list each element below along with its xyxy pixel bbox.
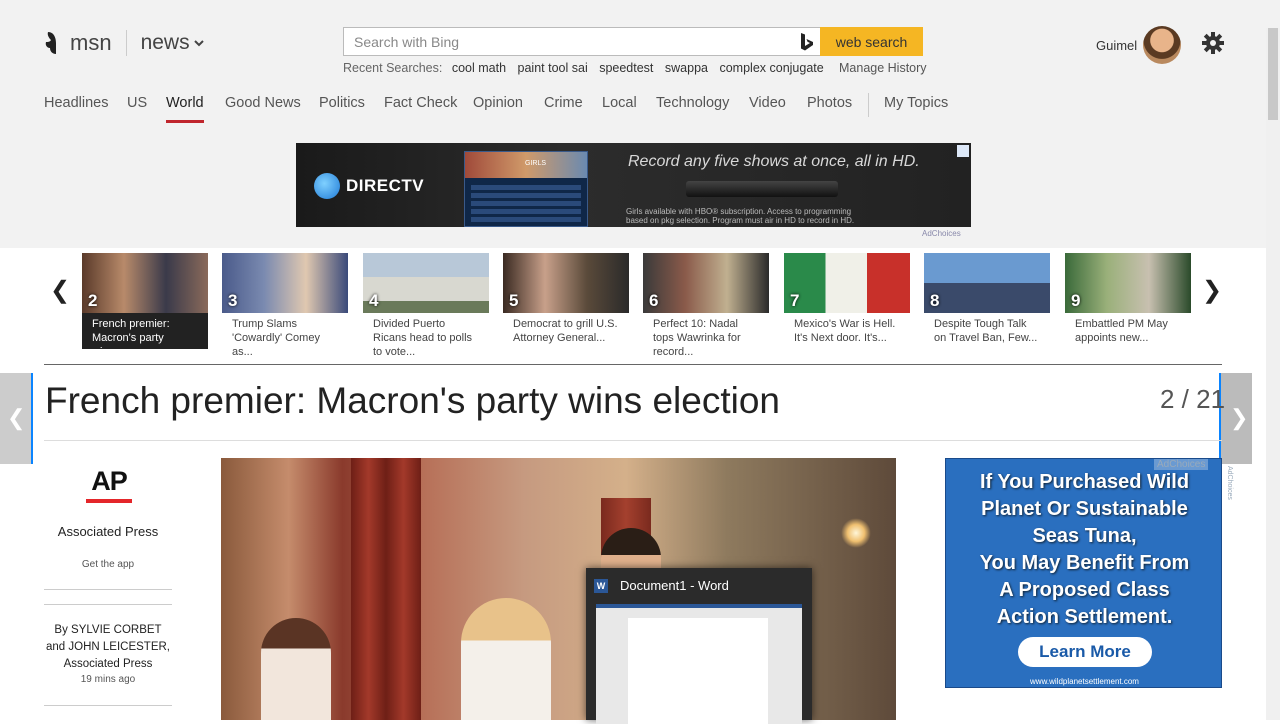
carousel-item[interactable]: 2 French premier: Macron's party wins... [82,253,208,358]
word-window-title: W Document1 - Word [594,578,729,593]
get-app-link[interactable]: Get the app [44,559,172,570]
nav-divider [868,93,869,117]
ad-fine-print: Girls available with HBO® subscription. … [626,207,855,225]
carousel-caption: Despite Tough Talk on Travel Ban, Few... [934,318,1038,344]
msn-logo[interactable]: msn news [44,28,204,58]
news-carousel: ❮ 2 French premier: Macron's party wins.… [0,248,1280,363]
nav-item-photos[interactable]: Photos [807,95,852,111]
msn-wordmark: msn [70,30,112,55]
slide-counter: 2 / 21 [1160,384,1226,414]
nav-item-fact-check[interactable]: Fact Check [384,95,457,111]
tv-guide-image: GIRLS [464,151,588,227]
directv-wordmark: DIRECTV [346,176,425,195]
carousel-caption: French premier: Macron's party wins... [82,313,208,358]
ap-logo[interactable]: AP [86,466,132,503]
nav-item-video[interactable]: Video [749,95,786,111]
carousel-item[interactable]: 4 Divided Puerto Ricans head to polls to… [363,253,489,358]
avatar[interactable] [1143,26,1181,64]
scrollbar-thumb[interactable] [1268,28,1278,120]
nav-item-my-topics[interactable]: My Topics [884,95,948,111]
nav-item-headlines[interactable]: Headlines [44,95,109,111]
header: msn news web search Recent Searches: coo… [0,0,1280,248]
adchoices-label[interactable]: AdChoices [1154,459,1209,470]
carousel-prev-icon[interactable]: ❮ [50,276,70,305]
carousel-caption: Trump Slams 'Cowardly' Comey as... [232,318,320,358]
word-document-thumbnail [596,604,802,724]
divider [44,589,172,590]
chevron-right-icon: ❯ [1230,405,1249,430]
nav-item-opinion[interactable]: Opinion [473,95,523,111]
divider [44,440,1222,441]
recent-searches-label: Recent Searches: [343,61,443,75]
nav-item-technology[interactable]: Technology [656,95,729,111]
carousel-caption: Perfect 10: Nadal tops Wawrinka for reco… [653,318,741,358]
divider [44,364,1222,365]
word-taskbar-preview[interactable]: W Document1 - Word [586,568,812,724]
msn-butterfly-icon [45,32,56,54]
adchoices-vertical-label[interactable]: AdChoices [1226,466,1233,500]
recent-search-item[interactable]: complex conjugate [719,61,823,75]
carousel-next-icon[interactable]: ❯ [1202,276,1222,305]
scrollbar[interactable] [1266,28,1280,720]
byline: By SYLVIE CORBET and JOHN LEICESTER, Ass… [46,624,170,670]
section-name[interactable]: news [141,31,190,55]
timestamp: 19 mins ago [80,674,136,685]
dvr-device-image [686,181,838,197]
nav-item-world[interactable]: World [166,95,204,111]
gear-icon[interactable] [1200,30,1226,56]
prev-article-button[interactable]: ❮ [0,373,33,464]
divider [44,604,172,605]
search-input[interactable] [344,28,814,55]
search-box: web search [343,27,923,56]
learn-more-button[interactable]: Learn More [1018,637,1152,667]
carousel-caption: Divided Puerto Ricans head to polls to v… [373,318,473,358]
carousel-item[interactable]: 8 Despite Tough Talk on Travel Ban, Few.… [924,253,1050,349]
carousel-item[interactable]: 6 Perfect 10: Nadal tops Wawrinka for re… [643,253,769,358]
carousel-item[interactable]: 5 Democrat to grill U.S. Attorney Genera… [503,253,629,349]
web-search-button[interactable]: web search [820,27,923,56]
recent-search-item[interactable]: paint tool sai [518,61,588,75]
wild-planet-ad[interactable]: If You Purchased Wild Planet Or Sustaina… [945,458,1222,688]
source-name[interactable]: Associated Press [44,524,172,539]
recent-search-item[interactable]: swappa [665,61,708,75]
ad-headline: Record any five shows at once, all in HD… [628,153,920,170]
nav-item-good-news[interactable]: Good News [225,95,301,111]
nav-item-us[interactable]: US [127,95,147,111]
globe-icon [314,173,340,199]
nav-item-local[interactable]: Local [602,95,637,111]
bing-icon[interactable] [794,28,820,55]
directv-ad-banner[interactable]: DIRECTV GIRLS Record any five shows at o… [296,143,971,227]
logo-divider [125,30,127,56]
carousel-caption: Democrat to grill U.S. Attorney General.… [513,318,618,344]
carousel-item[interactable]: 9 Embattled PM May appoints new... [1065,253,1191,349]
carousel-item[interactable]: 7 Mexico's War is Hell. It's Next door. … [784,253,910,349]
carousel-caption: Mexico's War is Hell. It's Next door. It… [794,318,896,344]
recent-search-item[interactable]: speedtest [599,61,653,75]
nav-item-politics[interactable]: Politics [319,95,365,111]
guide-show-title: GIRLS [525,160,547,167]
divider [44,705,172,706]
adchoices-label[interactable]: AdChoices [922,229,961,238]
adchoices-icon[interactable] [957,145,969,157]
word-icon: W [594,578,608,593]
recent-search-item[interactable]: cool math [452,61,506,75]
username[interactable]: Guimel [1096,38,1137,53]
ad-text: If You Purchased Wild Planet Or Sustaina… [979,471,1190,628]
manage-history-link[interactable]: Manage History [839,61,927,75]
active-tab-indicator [166,120,204,123]
directv-logo: DIRECTV [314,173,424,199]
article-headline: French premier: Macron's party wins elec… [45,380,780,421]
nav-item-crime[interactable]: Crime [544,95,583,111]
ad-url: www.wildplanetsettlement.com [1030,677,1139,686]
chevron-left-icon: ❮ [7,405,26,430]
chevron-down-icon[interactable] [193,39,204,47]
recent-searches: Recent Searches: cool math paint tool sa… [343,61,832,75]
carousel-caption: Embattled PM May appoints new... [1075,318,1168,344]
carousel-item[interactable]: 3 Trump Slams 'Cowardly' Comey as... [222,253,348,358]
